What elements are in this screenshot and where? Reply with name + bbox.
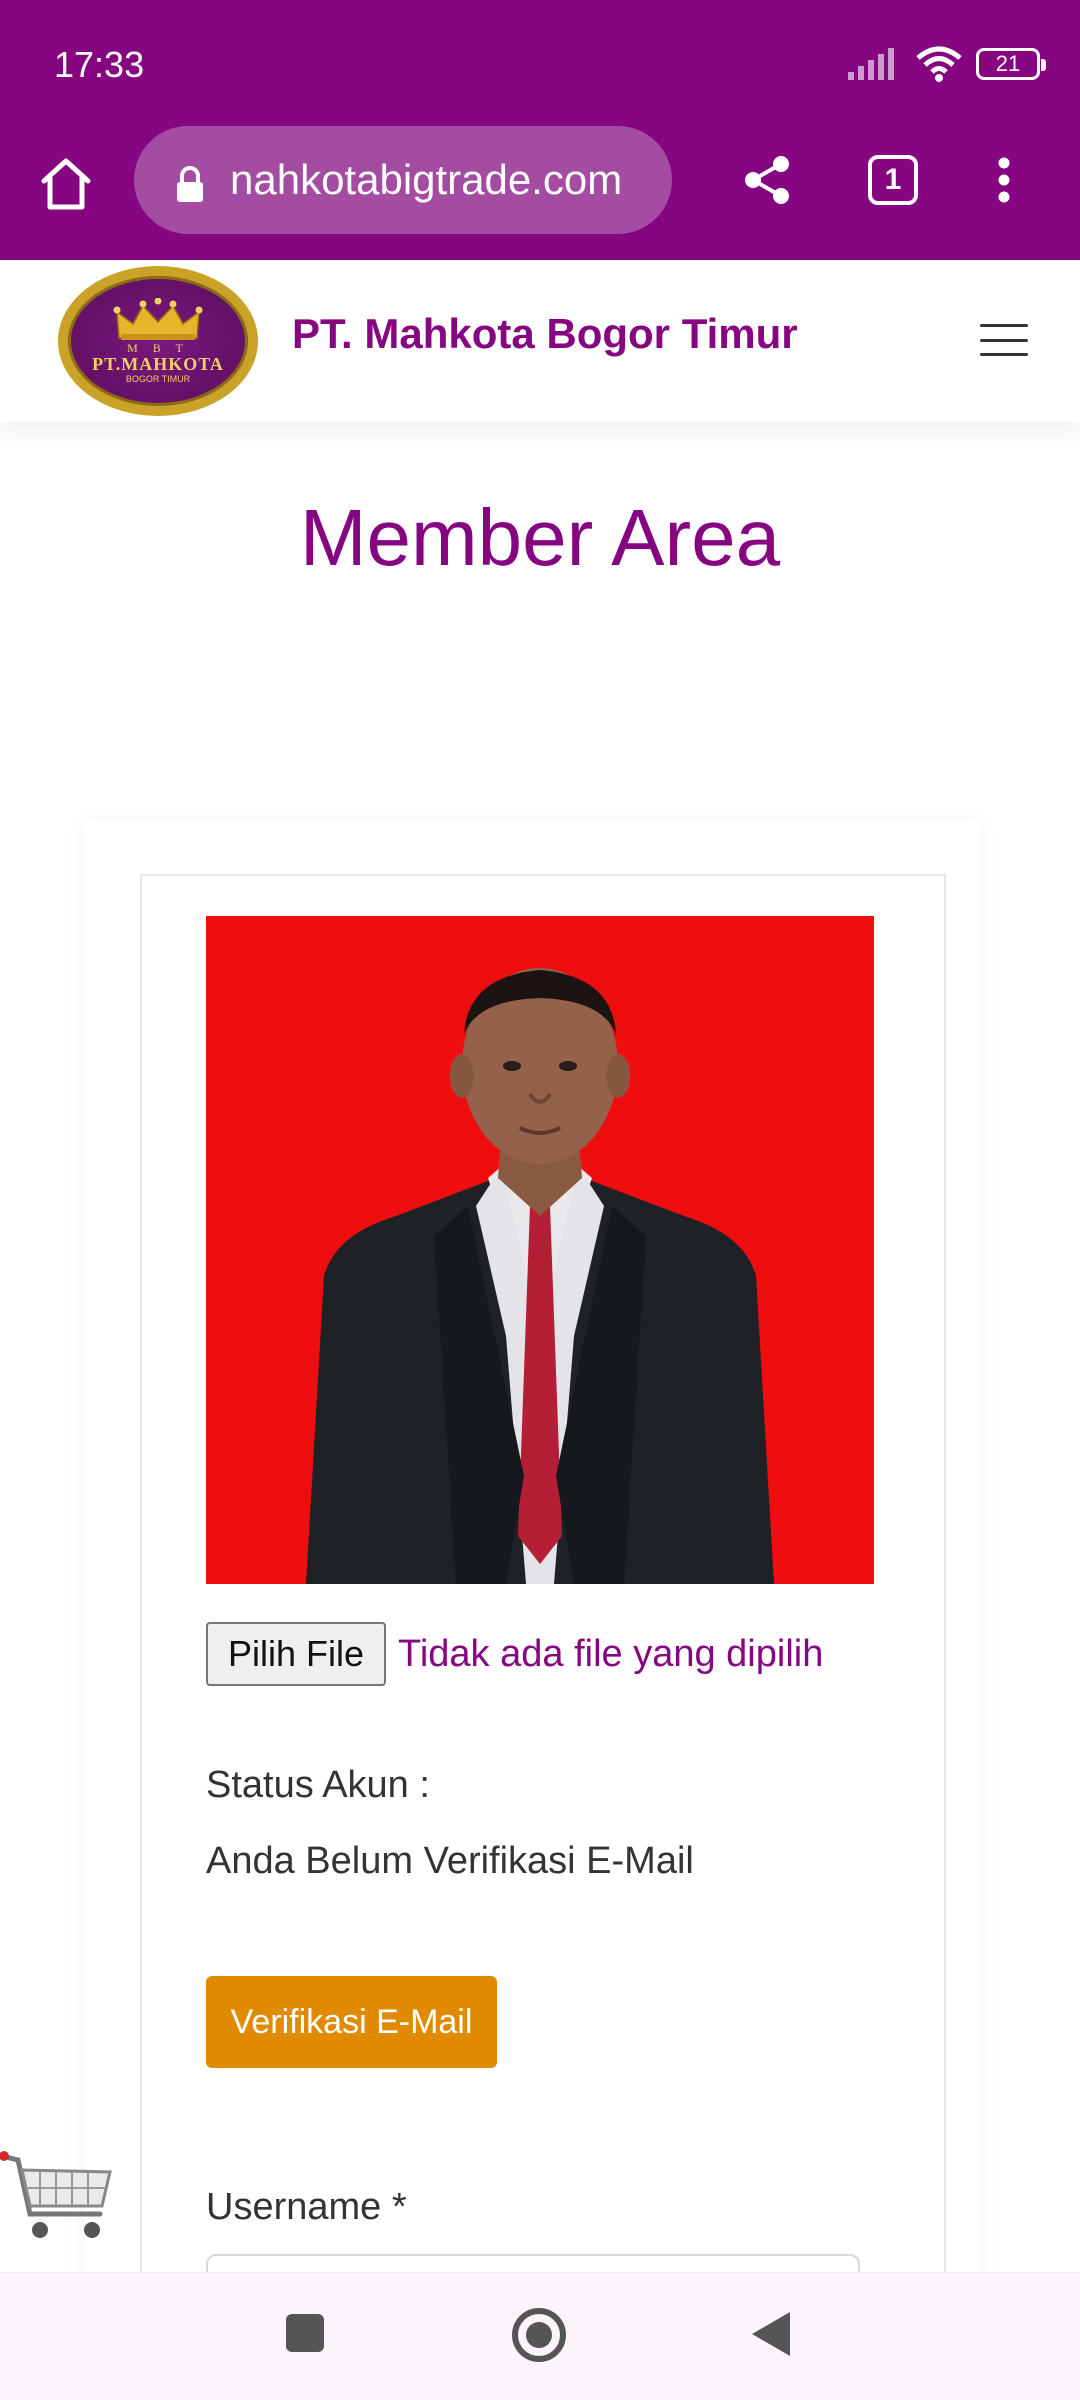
- username-label: Username *: [206, 2186, 407, 2228]
- person-photo-illustration: [306, 968, 774, 1584]
- verify-email-button[interactable]: Verifikasi E-Mail: [206, 1976, 497, 2068]
- signal-icon: [848, 48, 894, 80]
- logo-subtitle: BOGOR TIMUR: [125, 374, 191, 384]
- file-status-text: Tidak ada file yang dipilih: [398, 1632, 824, 1675]
- page-title: Member Area: [299, 493, 781, 582]
- site-logo[interactable]: M B T PT.MAHKOTA BOGOR TIMUR: [58, 266, 258, 416]
- tab-switcher-button[interactable]: 1: [855, 142, 931, 218]
- tab-count: 1: [868, 155, 918, 205]
- wifi-icon: [916, 46, 962, 82]
- choose-file-button[interactable]: Pilih File: [206, 1622, 387, 1686]
- url-bar[interactable]: nahkotabigtrade.com: [134, 126, 672, 234]
- account-status-value: Anda Belum Verifikasi E-Mail: [206, 1840, 694, 1882]
- file-upload-row: Pilih File Tidak ada file yang dipilih: [206, 1622, 823, 1686]
- url-text: nahkotabigtrade.com: [230, 156, 623, 203]
- menu-icon[interactable]: [980, 320, 1028, 360]
- back-icon[interactable]: [752, 2312, 790, 2356]
- site-header: M B T PT.MAHKOTA BOGOR TIMUR PT. Mahkota…: [0, 260, 1080, 422]
- battery-level: 21: [995, 51, 1021, 76]
- lock-icon: [170, 156, 210, 204]
- brand-name[interactable]: PT. Mahkota Bogor Timur: [292, 310, 798, 358]
- status-time: 17:33: [54, 44, 145, 85]
- profile-photo: [206, 916, 874, 1584]
- shopping-cart-icon[interactable]: [0, 2148, 116, 2248]
- logo-initials: M B T: [127, 341, 189, 355]
- home-icon[interactable]: [30, 148, 102, 220]
- more-menu-icon[interactable]: [966, 142, 1042, 218]
- account-status-label: Status Akun :: [206, 1764, 430, 1806]
- status-icons: 21: [848, 44, 1046, 84]
- crown-icon: [113, 298, 203, 340]
- logo-name: PT.MAHKOTA: [92, 354, 224, 374]
- share-icon[interactable]: [730, 142, 806, 218]
- recent-apps-icon[interactable]: [286, 2314, 324, 2352]
- battery-icon: 21: [976, 48, 1046, 80]
- browser-chrome: 17:33 21 nahkotabigtrade.com 1: [0, 0, 1080, 260]
- system-home-icon[interactable]: [512, 2308, 566, 2362]
